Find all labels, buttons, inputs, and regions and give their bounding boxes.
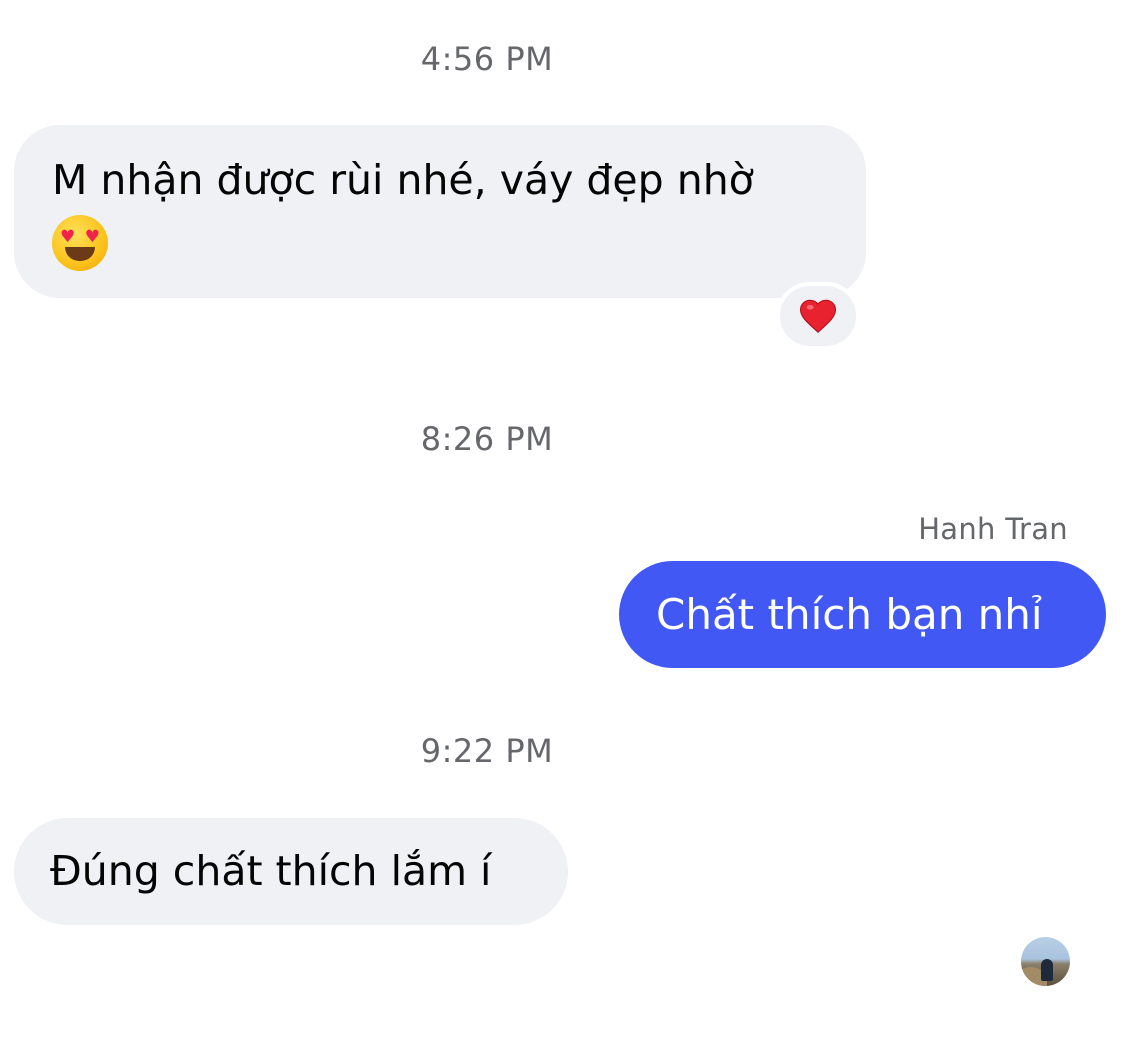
read-receipt-avatar[interactable]	[1021, 937, 1070, 986]
message-text: Đúng chất thích lắm í	[50, 847, 492, 895]
message-text: Chất thích bạn nhỉ	[656, 590, 1043, 639]
timestamp: 9:22 PM	[420, 732, 554, 770]
message-text: M nhận được rùi nhé, váy đẹp nhờ	[52, 156, 754, 204]
heart-reaction-icon	[797, 295, 839, 337]
reaction-badge[interactable]	[776, 282, 860, 350]
heart-eyes-emoji-icon: ♥ ♥	[52, 215, 108, 271]
timestamp: 4:56 PM	[420, 40, 554, 78]
sender-name: Hanh Tran	[918, 512, 1068, 546]
timestamp: 8:26 PM	[420, 420, 554, 458]
outgoing-message-bubble[interactable]: Chất thích bạn nhỉ	[619, 561, 1106, 668]
incoming-message-bubble[interactable]: Đúng chất thích lắm í	[14, 818, 568, 925]
incoming-message-bubble[interactable]: M nhận được rùi nhé, váy đẹp nhờ ♥ ♥	[14, 125, 866, 298]
